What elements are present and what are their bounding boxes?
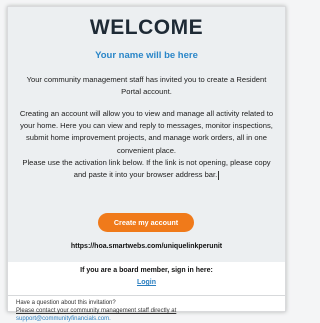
- footer-question: Have a question about this invitation?: [16, 300, 116, 306]
- text-cursor: [218, 170, 220, 180]
- create-account-button[interactable]: Create my account: [98, 213, 194, 232]
- footer-contact-text: Please contact your community management…: [16, 308, 177, 314]
- footer-contact: Please contact your community management…: [16, 307, 277, 315]
- email-footer: Have a question about this invitation? P…: [16, 299, 277, 323]
- invitation-email-card: WELCOME Your name will be here Your comm…: [7, 6, 286, 322]
- details-paragraph: Creating an account will allow you to vi…: [19, 109, 274, 155]
- email-header: WELCOME Your name will be here Your comm…: [8, 7, 285, 262]
- activation-url[interactable]: https://hoa.smartwebs.com/uniquelinkperu…: [8, 243, 285, 250]
- invite-text: Your community management staff has invi…: [26, 75, 267, 96]
- activation-instructions: Please use the activation link below. If…: [22, 157, 271, 180]
- footer-divider: [8, 295, 285, 296]
- recipient-name: Your name will be here: [95, 50, 198, 61]
- board-member-prompt: If you are a board member, sign in here:: [80, 267, 213, 274]
- details-text: Creating an account will allow you to vi…: [16, 108, 277, 181]
- support-email-link[interactable]: support@communityfinancials.com.: [16, 315, 277, 323]
- login-link[interactable]: Login: [8, 279, 285, 286]
- welcome-title: WELCOME: [89, 16, 204, 39]
